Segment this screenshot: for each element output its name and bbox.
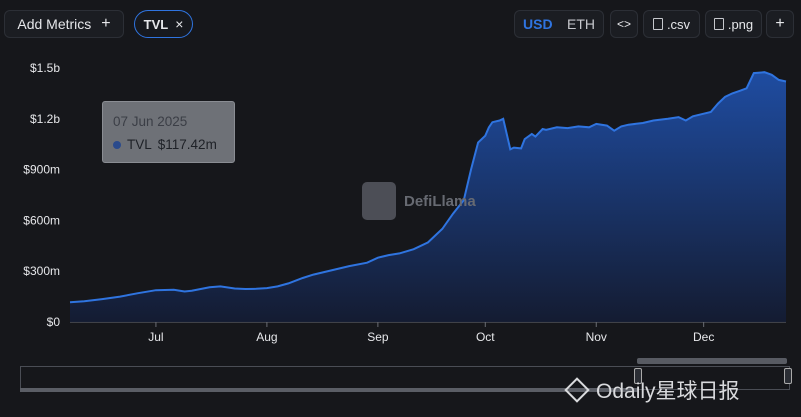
tooltip-series: TVL [127,137,152,152]
brush-right-handle[interactable] [784,368,792,384]
tooltip-date: 07 Jun 2025 [113,114,188,129]
chart-tooltip: 07 Jun 2025 TVL $117.42m [102,101,235,163]
y-tick-label: $300m [23,264,60,278]
x-tick-label: Aug [256,330,277,344]
llama-logo-icon [362,182,396,220]
brush-fill [20,388,638,392]
tooltip-row: TVL $117.42m [113,137,224,152]
x-tick-label: Dec [693,330,714,344]
series-dot-icon [113,140,121,149]
tooltip-value: $117.42m [157,137,217,152]
x-tick-label: Nov [586,330,607,344]
brush-selection[interactable] [637,358,787,364]
watermark-text: DefiLlama [404,192,476,210]
y-tick-label: $0 [47,315,61,329]
y-tick-label: $900m [23,163,60,177]
x-tick-label: Jul [148,330,163,344]
defillama-watermark: DefiLlama [362,182,476,220]
x-tick-label: Oct [476,330,495,344]
odaily-logo-icon [564,377,590,403]
y-tick-label: $1.2b [30,112,60,126]
x-tick-label: Sep [367,330,389,344]
odaily-text: Odaily星球日报 [596,380,740,403]
y-tick-label: $1.5b [30,61,60,75]
odaily-watermark: Odaily星球日报 [564,375,740,405]
y-tick-label: $600m [23,213,60,227]
